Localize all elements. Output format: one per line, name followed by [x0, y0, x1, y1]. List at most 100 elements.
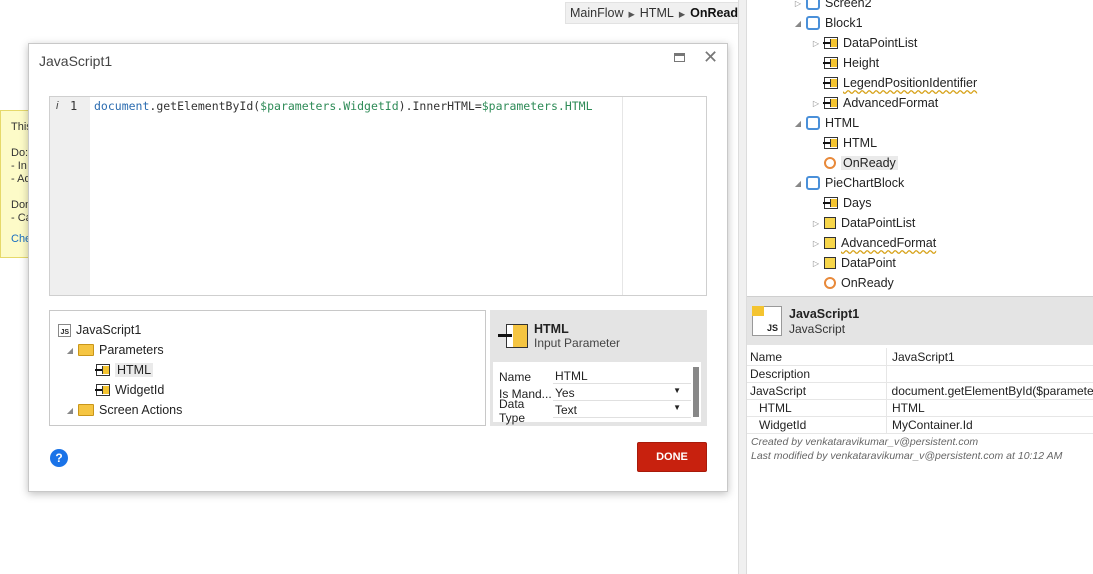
tree-node-html-block[interactable]: ◢ HTML: [794, 113, 859, 133]
tree-node-label: HTML: [843, 136, 878, 150]
parameter-subtitle: Input Parameter: [534, 336, 621, 350]
tree-node-advancedformat-2[interactable]: ▷ AdvancedFormat: [812, 233, 936, 253]
collapse-arrow-icon[interactable]: ◢: [794, 19, 802, 28]
input-parameter-icon: [823, 77, 838, 89]
help-button[interactable]: ?: [50, 449, 68, 467]
collapse-arrow-icon[interactable]: ◢: [66, 406, 74, 415]
expand-arrow-icon[interactable]: ▷: [812, 219, 820, 228]
property-key: Description: [747, 365, 887, 382]
tree-node-label: AdvancedFormat: [843, 96, 939, 110]
dropdown-arrow-icon[interactable]: ▼: [673, 403, 681, 417]
properties-subtitle: JavaScript: [789, 322, 846, 336]
expand-arrow-icon[interactable]: ▷: [812, 39, 820, 48]
input-parameter-icon: [823, 137, 838, 149]
javascript-editor-dialog: JavaScript1 ✕ i 1 document.getElementByI…: [28, 43, 728, 492]
done-button[interactable]: DONE: [637, 442, 707, 472]
editor-gutter: i 1: [50, 97, 90, 295]
dialog-title: JavaScript1: [39, 53, 113, 69]
param-value-field[interactable]: HTML: [553, 369, 691, 384]
tree-node-label: LegendPositionIdentifier: [843, 76, 978, 90]
tree-node-label: Block1: [825, 16, 863, 30]
tree-node-datapoint[interactable]: ▷ DataPoint: [812, 253, 896, 273]
breadcrumb-current: OnReady: [690, 6, 745, 20]
property-value[interactable]: JavaScript1: [887, 350, 955, 364]
maximize-icon[interactable]: [674, 53, 685, 62]
input-parameter-icon: [95, 364, 110, 376]
tree-node-label: DataPointList: [841, 216, 916, 230]
tree-node-legendpositionidentifier[interactable]: LegendPositionIdentifier: [812, 73, 977, 93]
expand-arrow-icon[interactable]: ▷: [794, 0, 802, 8]
tree-node-label: Height: [843, 56, 880, 70]
property-row-name[interactable]: Name JavaScript1: [747, 348, 1093, 366]
property-key: Name: [747, 348, 887, 365]
code-token: document: [94, 99, 150, 113]
input-parameter-icon: [823, 57, 838, 69]
tree-node-html-param[interactable]: HTML: [812, 133, 877, 153]
tree-node-label: Days: [843, 196, 872, 210]
tree-node-advancedformat[interactable]: ▷ AdvancedFormat: [812, 93, 938, 113]
breadcrumb: MainFlow ▸ HTML ▸ OnReady: [565, 2, 750, 24]
collapse-arrow-icon[interactable]: ◢: [66, 346, 74, 355]
code-editor[interactable]: i 1 document.getElementById($parameters.…: [49, 96, 707, 296]
dropdown-arrow-icon[interactable]: ▼: [673, 386, 681, 400]
scope-node-label: JavaScript1: [76, 323, 142, 337]
breadcrumb-item-mainflow[interactable]: MainFlow: [570, 6, 624, 20]
param-value-select[interactable]: Yes ▼: [553, 386, 691, 401]
javascript-icon-label: JS: [766, 323, 778, 333]
scope-node-label: Screen Actions: [99, 403, 183, 417]
close-icon[interactable]: ✕: [703, 48, 718, 66]
code-token: .getElementById(: [149, 99, 261, 113]
tree-node-piechartblock[interactable]: ◢ PieChartBlock: [794, 173, 904, 193]
tree-node-onready-2[interactable]: OnReady: [812, 273, 894, 293]
param-row-data-type[interactable]: Data Type Text ▼: [493, 397, 691, 425]
parameter-properties: Name HTML Is Mand... Yes ▼ Data Type Text…: [493, 362, 701, 425]
scope-node-html[interactable]: HTML: [95, 360, 154, 380]
tree-node-height[interactable]: Height: [812, 53, 879, 73]
scope-node-javascript1[interactable]: JS JavaScript1: [58, 320, 141, 340]
param-scroll-thumb[interactable]: [693, 367, 699, 417]
breadcrumb-item-html[interactable]: HTML: [640, 6, 674, 20]
panel-splitter[interactable]: [738, 0, 747, 574]
property-row-description[interactable]: Description: [747, 365, 1093, 383]
tree-node-label: DataPoint: [841, 256, 896, 270]
code-line[interactable]: document.getElementById($parameters.Widg…: [94, 99, 593, 113]
scope-node-parameters[interactable]: ◢ Parameters: [66, 340, 164, 360]
tree-node-onready-selected[interactable]: OnReady: [812, 153, 898, 173]
param-value-select[interactable]: Text ▼: [553, 403, 691, 418]
expand-arrow-icon[interactable]: ▷: [812, 99, 820, 108]
scope-node-widgetid[interactable]: WidgetId: [95, 380, 164, 400]
folder-icon: [78, 344, 94, 356]
tree-node-datapointlist-2[interactable]: ▷ DataPointList: [812, 213, 915, 233]
input-parameter-icon: [823, 197, 838, 209]
property-value[interactable]: HTML: [887, 401, 925, 415]
expand-arrow-icon[interactable]: ▷: [812, 239, 820, 248]
tree-node-label: DataPointList: [843, 36, 918, 50]
breadcrumb-separator: ▸: [678, 6, 686, 21]
param-row-name[interactable]: Name HTML: [493, 368, 691, 385]
collapse-arrow-icon[interactable]: ◢: [794, 179, 802, 188]
event-icon: [824, 277, 836, 289]
property-row-widgetid[interactable]: WidgetId MyContainer.Id: [747, 416, 1093, 434]
block-icon: [806, 116, 820, 130]
parameter-title: HTML: [534, 322, 569, 336]
tree-node-screen2[interactable]: ▷ Screen2: [794, 0, 872, 13]
structure-icon: [824, 257, 836, 269]
tree-node-block1[interactable]: ◢ Block1: [794, 13, 863, 33]
block-icon: [806, 16, 820, 30]
property-row-javascript[interactable]: JavaScript document.getElementById($para…: [747, 382, 1093, 400]
collapse-arrow-icon[interactable]: ◢: [794, 119, 802, 128]
screen-icon: [806, 0, 820, 10]
tree-node-datapointlist[interactable]: ▷ DataPointList: [812, 33, 917, 53]
param-key: Data Type: [499, 396, 526, 425]
event-icon: [824, 157, 836, 169]
property-value[interactable]: document.getElementById($paramete: [887, 384, 1093, 398]
scope-node-screen-actions[interactable]: ◢ Screen Actions: [66, 400, 182, 420]
editor-ruler: [622, 97, 623, 295]
property-value[interactable]: MyContainer.Id: [887, 418, 973, 432]
javascript-icon: JS: [752, 306, 782, 336]
tree-node-days[interactable]: Days: [812, 193, 871, 213]
expand-arrow-icon[interactable]: ▷: [812, 259, 820, 268]
parameter-detail-panel: HTML Input Parameter Name HTML Is Mand..…: [490, 310, 707, 426]
elements-tree: ▷ Screen2 ◢ Block1 ▷ DataPointList Heigh…: [747, 0, 1093, 296]
property-row-html[interactable]: HTML HTML: [747, 399, 1093, 417]
